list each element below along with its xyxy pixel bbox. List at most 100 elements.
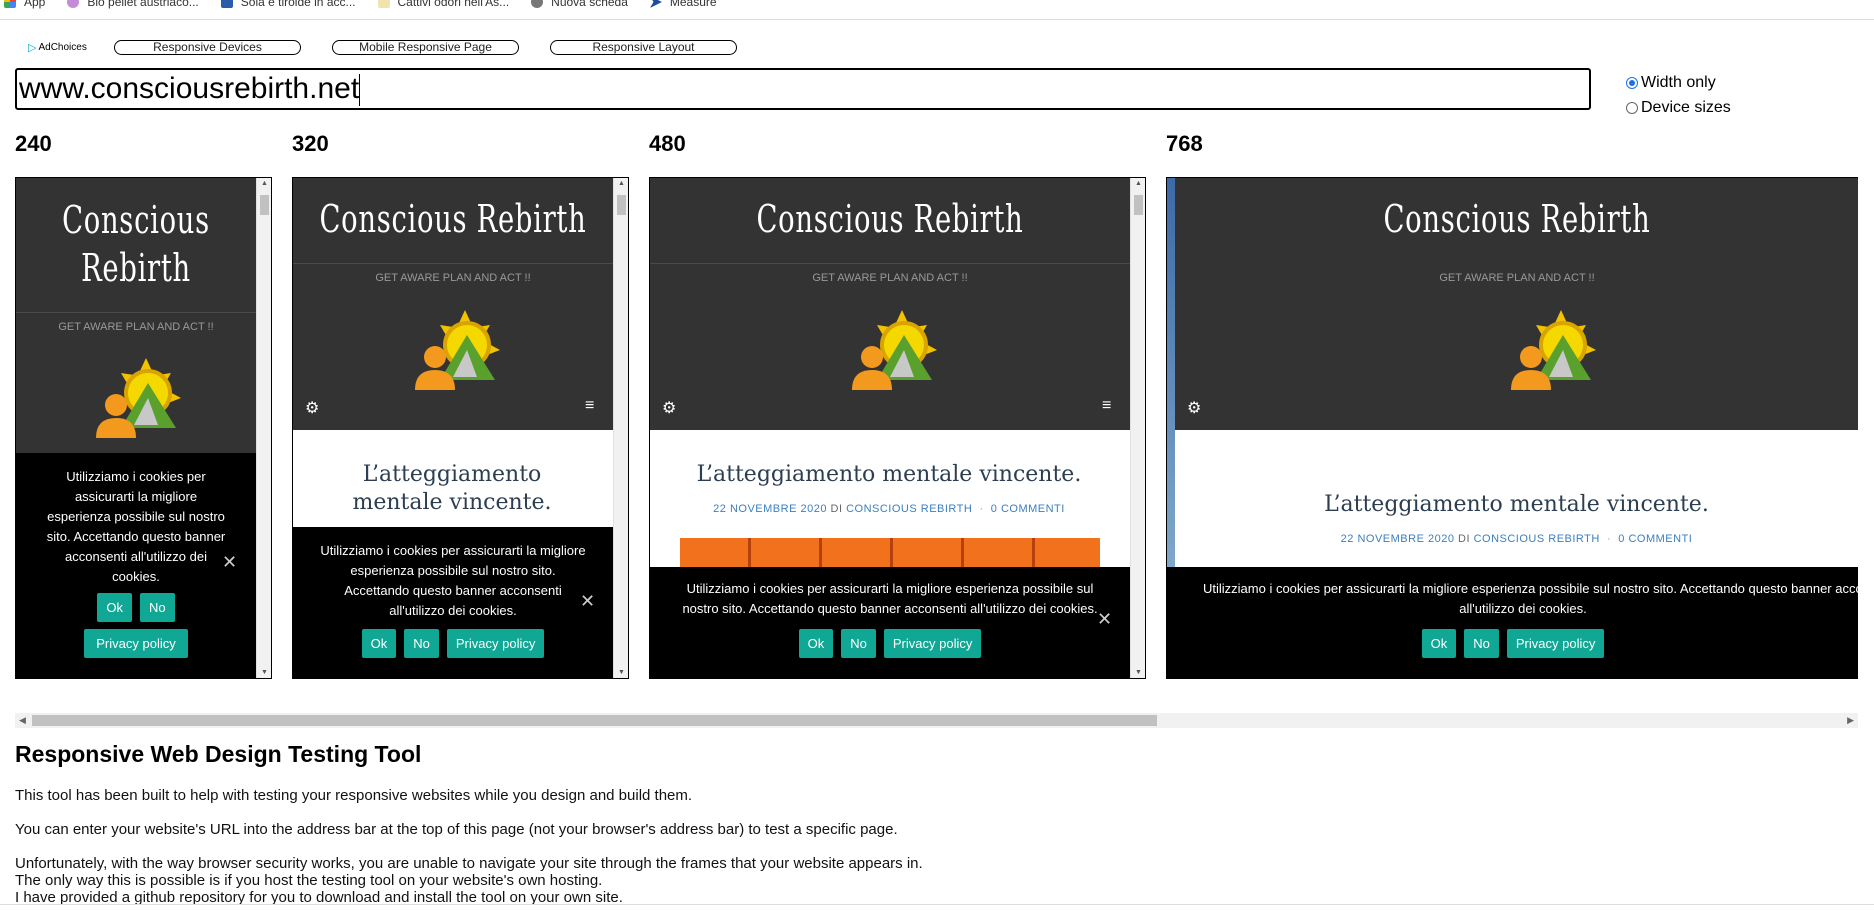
frame-width-label-480: 480 — [649, 131, 686, 156]
sun-logo-icon — [415, 310, 500, 390]
cookie-privacy-button[interactable]: Privacy policy — [446, 629, 545, 658]
preview-frame-480[interactable]: Conscious Rebirth GET AWARE PLAN AND ACT… — [649, 177, 1146, 679]
side-image-strip — [1167, 178, 1175, 568]
cookie-ok-button[interactable]: Ok — [97, 593, 132, 622]
frame-width-label-768: 768 — [1166, 131, 1203, 156]
leaf-icon — [377, 0, 390, 8]
bookmark-soia[interactable]: Soia e tiroide in acc... — [220, 0, 356, 9]
scrollbar-thumb[interactable] — [260, 195, 269, 215]
cookie-close-icon[interactable]: ✕ — [222, 552, 237, 572]
site-title: Conscious Rebirth — [62, 198, 210, 290]
gear-icon[interactable]: ⚙ — [305, 398, 319, 418]
ad-button-responsive-devices[interactable]: Responsive Devices — [114, 39, 301, 55]
header-divider — [650, 263, 1130, 264]
cookie-banner: Utilizziamo i cookies per assicurarti la … — [16, 453, 256, 678]
scroll-up-icon[interactable]: ▲ — [614, 180, 628, 187]
frame-vertical-scrollbar[interactable]: ▲ ▼ — [256, 178, 271, 678]
scrollbar-thumb[interactable] — [617, 195, 626, 215]
post-meta: 22 NOVEMBRE 2020 DI CONSCIOUS REBIRTH · … — [713, 503, 1065, 515]
bookmark-cattivi-odori[interactable]: Cattivi odori nell'As... — [377, 0, 509, 9]
header-divider — [16, 312, 256, 313]
url-input[interactable]: www.consciousrebirth.net — [15, 68, 1591, 110]
cookie-privacy-button[interactable]: Privacy policy — [84, 629, 188, 658]
bottom-edge — [0, 904, 1874, 913]
site-tagline: GET AWARE PLAN AND ACT !! — [1439, 272, 1595, 284]
cookie-close-icon[interactable]: ✕ — [1097, 609, 1112, 629]
frame-width-label-320: 320 — [292, 131, 329, 156]
globe-icon — [531, 0, 544, 8]
frame-vertical-scrollbar[interactable]: ▲ ▼ — [613, 178, 628, 678]
cookie-no-button[interactable]: No — [841, 629, 876, 658]
scroll-down-icon[interactable]: ▼ — [614, 669, 628, 676]
adchoices-link[interactable]: ▷ AdChoices — [28, 41, 114, 54]
hamburger-menu-icon[interactable]: ≡ — [585, 397, 594, 415]
site-tagline: GET AWARE PLAN AND ACT !! — [812, 272, 968, 284]
cookie-ok-button[interactable]: Ok — [1421, 629, 1457, 658]
post-title: L’atteggiamento mentale vincente. — [696, 462, 1082, 487]
bookmarks-bar: App Bio pellet austriaco... Soia e tiroi… — [0, 0, 1874, 20]
cookie-close-icon[interactable]: ✕ — [580, 591, 595, 611]
cookie-privacy-button[interactable]: Privacy policy — [883, 629, 982, 658]
post-meta: 22 NOVEMBRE 2020 DI CONSCIOUS REBIRTH · … — [1340, 533, 1693, 545]
bookmark-measure[interactable]: Measure — [649, 0, 717, 9]
scroll-left-icon[interactable]: ◀ — [19, 713, 26, 728]
cookie-privacy-button[interactable]: Privacy policy — [1506, 629, 1605, 658]
site-header: Conscious Rebirth GET AWARE PLAN AND ACT… — [650, 178, 1130, 430]
radio-unchecked-icon — [1626, 101, 1638, 114]
frame-vertical-scrollbar[interactable]: ▲ ▼ — [1130, 178, 1145, 678]
scroll-down-icon[interactable]: ▼ — [1131, 669, 1145, 676]
site-header: Conscious Rebirth GET AWARE PLAN AND ACT… — [1175, 178, 1858, 430]
intro-paragraph: This tool has been built to help with te… — [15, 787, 693, 804]
radio-width-only[interactable]: Width only — [1626, 70, 1731, 95]
cookie-no-button[interactable]: No — [404, 629, 439, 658]
bookmark-bio-pellet[interactable]: Bio pellet austriaco... — [67, 0, 199, 9]
adchoices-icon: ▷ — [28, 41, 37, 54]
security-paragraph: Unfortunately, with the way browser secu… — [15, 855, 923, 906]
hamburger-menu-icon[interactable]: ≡ — [1102, 397, 1111, 415]
scroll-up-icon[interactable]: ▲ — [1131, 180, 1145, 187]
site-title: Conscious Rebirth — [1383, 197, 1651, 241]
frame-width-label-240: 240 — [15, 131, 52, 156]
bookmark-nuova-scheda[interactable]: Nuova scheda — [531, 0, 628, 9]
cookie-no-button[interactable]: No — [1464, 629, 1499, 658]
text-cursor — [359, 74, 361, 107]
preview-frame-768[interactable]: Conscious Rebirth GET AWARE PLAN AND ACT… — [1166, 177, 1858, 679]
sun-logo-icon — [852, 310, 937, 390]
site-header: Conscious Rebirth GET AWARE PLAN AND ACT… — [293, 178, 613, 430]
preview-frame-320[interactable]: Conscious Rebirth GET AWARE PLAN AND ACT… — [292, 177, 629, 679]
site-tagline: GET AWARE PLAN AND ACT !! — [375, 272, 531, 284]
cookie-ok-button[interactable]: Ok — [798, 629, 834, 658]
frames-horizontal-scrollbar[interactable]: ◀ ▶ — [15, 713, 1858, 728]
post-title: L’atteggiamento mentale vincente. — [352, 462, 552, 515]
radio-checked-icon — [1626, 76, 1638, 89]
ad-row: ▷ AdChoices Responsive Devices Mobile Res… — [28, 39, 737, 55]
usage-paragraph: You can enter your website's URL into th… — [15, 821, 898, 838]
post-title: L’atteggiamento mentale vincente. — [1324, 492, 1709, 517]
gear-icon[interactable]: ⚙ — [1187, 398, 1201, 418]
cookie-banner: Utilizziamo i cookies per assicurarti la… — [650, 567, 1130, 678]
measure-icon — [649, 0, 662, 8]
preview-frame-240[interactable]: Conscious Rebirth GET AWARE PLAN AND ACT … — [15, 177, 272, 679]
scroll-down-icon[interactable]: ▼ — [257, 669, 271, 676]
scrollbar-thumb[interactable] — [32, 715, 1157, 726]
site-header: Conscious Rebirth GET AWARE PLAN AND ACT … — [16, 178, 256, 453]
ad-button-responsive-layout[interactable]: Responsive Layout — [550, 39, 737, 55]
cookie-no-button[interactable]: No — [140, 593, 175, 622]
page-heading: Responsive Web Design Testing Tool — [15, 741, 422, 767]
sun-logo-icon — [1511, 310, 1596, 390]
ad-button-mobile-responsive-page[interactable]: Mobile Responsive Page — [332, 39, 519, 55]
apps-grid-icon — [4, 0, 16, 8]
site-title: Conscious Rebirth — [319, 197, 587, 241]
gear-icon[interactable]: ⚙ — [662, 398, 676, 418]
site-favicon-icon — [220, 0, 233, 8]
header-divider — [293, 263, 613, 264]
cookie-banner: Utilizziamo i cookies per assicurarti la… — [1167, 567, 1858, 678]
scrollbar-thumb[interactable] — [1134, 195, 1143, 215]
scroll-right-icon[interactable]: ▶ — [1847, 713, 1854, 728]
bookmark-apps[interactable]: App — [4, 0, 45, 9]
radio-device-sizes[interactable]: Device sizes — [1626, 95, 1731, 120]
cookie-ok-button[interactable]: Ok — [361, 629, 397, 658]
sun-logo-icon — [96, 358, 181, 438]
site-tagline: GET AWARE PLAN AND ACT !! — [58, 321, 214, 333]
scroll-up-icon[interactable]: ▲ — [257, 180, 271, 187]
